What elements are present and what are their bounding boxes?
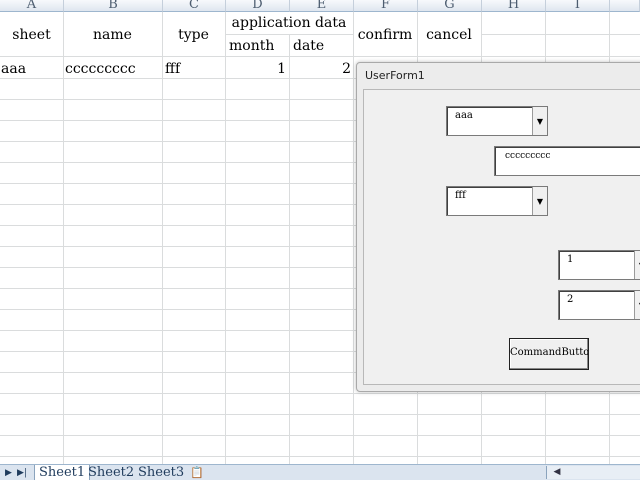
name-textbox[interactable]: ccccccccc (494, 146, 640, 176)
column-header-j[interactable] (610, 0, 640, 12)
column-header-d[interactable]: D (226, 0, 290, 12)
grid-line (225, 12, 226, 464)
cell-month[interactable]: 1 (229, 60, 286, 78)
column-header-b[interactable]: B (64, 0, 163, 12)
sheet-tab-sheet3[interactable]: Sheet3 (134, 465, 188, 480)
date-combobox[interactable]: 2 ▼ (558, 290, 640, 320)
tab-first-icon[interactable]: ▶ (5, 466, 12, 480)
sheet-tab-bar: ▶ ▶| Sheet1 Sheet2 Sheet3 📋 ◀ (0, 464, 640, 480)
userform-dialog[interactable]: UserForm1 aaa ▼ ccccccccc fff ▼ 1 ▼ 2 ▼ … (356, 62, 640, 392)
header-confirm[interactable]: confirm (353, 27, 417, 43)
header-application-data[interactable]: application data (225, 15, 353, 31)
command-button[interactable]: CommandButton1 (509, 338, 589, 370)
month-combobox[interactable]: 1 ▼ (558, 250, 640, 280)
cell-date[interactable]: 2 (293, 60, 351, 78)
column-header-c[interactable]: C (163, 0, 226, 12)
horizontal-scrollbar[interactable]: ◀ (546, 466, 640, 479)
header-cancel[interactable]: cancel (417, 27, 481, 43)
userform-body: aaa ▼ ccccccccc fff ▼ 1 ▼ 2 ▼ CommandBut… (363, 89, 640, 385)
tab-next-icon[interactable]: ▶| (17, 466, 27, 480)
header-sheet[interactable]: sheet (0, 27, 63, 43)
grid-line (0, 56, 640, 57)
column-header-h[interactable]: H (482, 0, 546, 12)
grid-line (0, 435, 640, 436)
chevron-down-icon[interactable]: ▼ (634, 251, 640, 279)
insert-sheet-icon[interactable]: 📋 (190, 466, 204, 480)
chevron-down-icon[interactable]: ▼ (532, 187, 547, 215)
type-combobox[interactable]: fff ▼ (446, 186, 548, 216)
column-header-f[interactable]: F (354, 0, 418, 12)
chevron-down-icon[interactable]: ▼ (532, 107, 547, 135)
cell-type[interactable]: fff (165, 60, 180, 78)
column-header-g[interactable]: G (418, 0, 482, 12)
header-type[interactable]: type (162, 27, 225, 43)
grid-line (353, 12, 354, 464)
column-header-e[interactable]: E (290, 0, 354, 12)
scroll-left-icon[interactable]: ◀ (551, 466, 563, 479)
grid-line (0, 456, 640, 457)
sheet-tab-sheet2[interactable]: Sheet2 (84, 465, 138, 480)
grid-line (482, 34, 640, 35)
grid-line (63, 12, 64, 464)
grid-line (226, 34, 354, 35)
column-header-a[interactable]: A (0, 0, 64, 12)
cell-name[interactable]: ccccccccc (65, 60, 136, 78)
header-name[interactable]: name (63, 27, 162, 43)
header-month[interactable]: month (229, 38, 274, 54)
sheet-tab-sheet1[interactable]: Sheet1 (34, 465, 91, 480)
chevron-down-icon[interactable]: ▼ (634, 291, 640, 319)
cell-sheet[interactable]: aaa (1, 60, 26, 78)
column-header-i[interactable]: I (546, 0, 610, 12)
grid-line (162, 12, 163, 464)
sheet-combobox[interactable]: aaa ▼ (446, 106, 548, 136)
userform-title: UserForm1 (365, 69, 425, 82)
grid-line (0, 393, 640, 394)
grid-line (0, 414, 640, 415)
header-date[interactable]: date (293, 38, 324, 54)
